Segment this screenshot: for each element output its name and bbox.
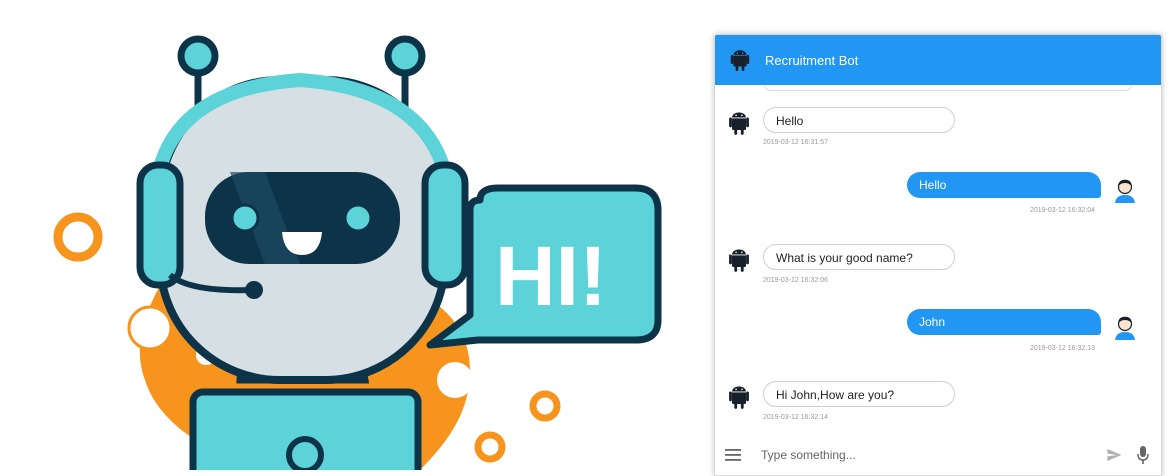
ring-decoration — [529, 390, 561, 422]
message-timestamp: 2019-03-12 16:31:57 — [763, 139, 828, 146]
ring-decoration — [474, 431, 506, 463]
chat-title: Recruitment Bot — [765, 52, 859, 68]
laptop — [189, 388, 422, 470]
message-timestamp: 2019-03-12 16:32:14 — [763, 414, 828, 421]
speech-bubble-text: HI! — [495, 229, 607, 323]
android-icon — [729, 112, 749, 135]
message-timestamp: 2019-03-12 16:32:04 — [1030, 207, 1095, 214]
robot-eye-right — [343, 203, 373, 233]
bubble-decoration — [437, 362, 473, 398]
chat-header: Recruitment Bot — [715, 35, 1161, 85]
antenna-ball-left — [177, 35, 219, 77]
android-icon — [729, 386, 749, 409]
antenna-ball-right — [384, 35, 426, 77]
message-list[interactable]: Hello 2019-03-12 16:31:57 Hello 2019-03-… — [715, 85, 1161, 435]
previous-message-bubble — [763, 85, 1133, 91]
android-icon — [729, 249, 749, 272]
message-input[interactable] — [759, 447, 1105, 463]
ear-right — [421, 161, 469, 289]
chat-widget: Recruitment Bot Hello 2019-03-12 16:31:5… — [714, 34, 1162, 476]
android-icon — [730, 50, 750, 72]
menu-icon[interactable] — [725, 448, 741, 462]
message-text: What is your good name? — [763, 244, 955, 270]
ear-left — [136, 161, 184, 289]
user-avatar-icon — [1115, 179, 1135, 203]
message-text: Hi John,How are you? — [763, 381, 955, 407]
send-icon[interactable] — [1105, 447, 1123, 463]
mic-icon[interactable] — [1137, 446, 1149, 464]
message-text: Hello — [907, 172, 1101, 198]
user-avatar-icon — [1115, 316, 1135, 340]
message-timestamp: 2019-03-12 16:32:13 — [1030, 345, 1095, 352]
message-timestamp: 2019-03-12 16:32:06 — [763, 277, 828, 284]
robot-eye-left — [230, 203, 260, 233]
headset-mic — [245, 281, 263, 299]
bubble-decoration — [127, 305, 173, 351]
message-text: John — [907, 309, 1101, 335]
robot-illustration: HI! — [53, 35, 662, 470]
message-text: Hello — [763, 107, 955, 133]
ring-decoration — [53, 212, 103, 262]
message-composer — [715, 435, 1161, 475]
